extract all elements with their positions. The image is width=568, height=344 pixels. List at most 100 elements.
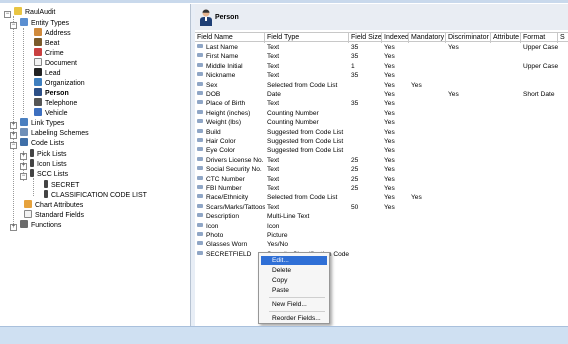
- menu-item-reorder-fields[interactable]: Reorder Fields...: [261, 314, 327, 323]
- vehicle-icon: [34, 108, 42, 116]
- column-header-format[interactable]: Format: [521, 33, 558, 43]
- cell-field-name: Social Security No.: [195, 165, 265, 174]
- menu-item-copy[interactable]: Copy: [261, 276, 327, 285]
- cell-text: Text: [267, 44, 280, 51]
- table-row[interactable]: Hair Color Suggested from Code List Yes: [195, 137, 568, 146]
- table-row[interactable]: FBI Number Text 25 Yes: [195, 184, 568, 193]
- table-row[interactable]: Place of Birth Text 35 Yes: [195, 99, 568, 108]
- tree-node-link-types[interactable]: + Link Types: [10, 118, 64, 129]
- table-row[interactable]: First Name Text 35 Yes: [195, 52, 568, 61]
- cell-discriminator: Yes: [446, 43, 491, 52]
- cell-mandatory: [409, 250, 446, 259]
- column-header-s[interactable]: S: [558, 33, 568, 43]
- cell-field-name: Build: [195, 128, 265, 137]
- tree-node-standard-fields[interactable]: Standard Fields: [24, 210, 84, 220]
- cell-field-size: [349, 90, 382, 99]
- address-icon: [34, 28, 42, 36]
- tree-node-pick-lists[interactable]: + Pick Lists: [20, 149, 67, 160]
- table-row[interactable]: Photo Picture: [195, 231, 568, 240]
- field-icon: [197, 175, 203, 180]
- tree-node-label: Functions: [31, 222, 62, 229]
- cell-text: Upper Case: [523, 44, 558, 51]
- tree-node-document[interactable]: Document: [34, 58, 77, 68]
- column-header-field-name[interactable]: Field Name: [195, 33, 265, 43]
- tree-node-icon-lists[interactable]: + Icon Lists: [20, 159, 67, 170]
- collapse-icon[interactable]: −: [20, 173, 27, 180]
- entity-header: Person: [195, 4, 568, 30]
- cell-field-size: 35: [349, 43, 382, 52]
- table-row[interactable]: Drivers License No. Text 25 Yes: [195, 156, 568, 165]
- cell-field-type: Text: [265, 175, 349, 184]
- cell-discriminator: [446, 165, 491, 174]
- column-header-field-type[interactable]: Field Type: [265, 33, 349, 43]
- cell-mandatory: [409, 222, 446, 231]
- cell-discriminator: [446, 62, 491, 71]
- tree-node-person[interactable]: Person: [34, 88, 69, 98]
- tree-node-scc-lists[interactable]: − SCC Lists: [20, 169, 68, 180]
- cell-attribute: [491, 81, 521, 90]
- cell-format: [521, 71, 558, 80]
- column-header-discriminator[interactable]: Discriminator: [446, 33, 491, 43]
- tree-node-telephone[interactable]: Telephone: [34, 98, 77, 108]
- cell-attribute: [491, 137, 521, 146]
- tree-node-code-lists[interactable]: − Code Lists: [10, 138, 64, 149]
- column-header-field-size[interactable]: Field Size: [349, 33, 382, 43]
- cell-format: [521, 109, 558, 118]
- cell-discriminator: [446, 128, 491, 137]
- cell-format: [521, 165, 558, 174]
- tree-node-chart-attributes[interactable]: Chart Attributes: [24, 200, 83, 210]
- table-row[interactable]: Sex Selected from Code List Yes Yes: [195, 81, 568, 90]
- expand-icon[interactable]: +: [10, 224, 17, 231]
- table-row[interactable]: Description Multi-Line Text: [195, 212, 568, 221]
- column-header-mandatory[interactable]: Mandatory: [409, 33, 446, 43]
- cell-text: Middle Initial: [206, 62, 243, 70]
- table-row[interactable]: Height (inches) Counting Number Yes: [195, 109, 568, 118]
- cell-attribute: [491, 156, 521, 165]
- column-header-indexed[interactable]: Indexed: [382, 33, 409, 43]
- cell-mandatory: [409, 99, 446, 108]
- table-row[interactable]: Scars/Marks/Tattoos Text 50 Yes: [195, 203, 568, 212]
- cell-field-size: 35: [349, 71, 382, 80]
- tree-node-entity-types[interactable]: − Entity Types: [10, 18, 69, 29]
- tree-node-address[interactable]: Address: [34, 28, 71, 38]
- cell-text: 50: [351, 203, 359, 211]
- menu-item-edit[interactable]: Edit...: [261, 256, 327, 265]
- tree-node-beat[interactable]: Beat: [34, 38, 59, 48]
- tree-node-labeling-schemes[interactable]: + Labeling Schemes: [10, 128, 89, 139]
- table-row[interactable]: Build Suggested from Code List Yes: [195, 128, 568, 137]
- table-row[interactable]: DOB Date Yes Yes Short Date: [195, 90, 568, 99]
- table-row[interactable]: Icon Icon: [195, 222, 568, 231]
- cell-text: Text: [267, 185, 280, 192]
- table-row[interactable]: Social Security No. Text 25 Yes: [195, 165, 568, 174]
- tree-node-functions[interactable]: + Functions: [10, 220, 62, 231]
- table-row[interactable]: Race/Ethnicity Selected from Code List Yes…: [195, 193, 568, 202]
- menu-item-delete[interactable]: Delete: [261, 266, 327, 275]
- menu-item-new-field[interactable]: New Field...: [261, 300, 327, 309]
- table-row[interactable]: Weight (lbs) Counting Number Yes: [195, 118, 568, 127]
- table-row[interactable]: Last Name Text 35 Yes Yes Upper Case: [195, 43, 568, 52]
- tree-node-root[interactable]: − RaulAudit: [4, 7, 55, 18]
- cell-text: 25: [351, 166, 359, 174]
- collapse-icon[interactable]: −: [10, 142, 17, 149]
- tree-node-vehicle[interactable]: Vehicle: [34, 108, 68, 118]
- menu-item-paste[interactable]: Paste: [261, 286, 327, 295]
- tree-node-lead[interactable]: Lead: [34, 68, 61, 78]
- table-row[interactable]: Nickname Text 35 Yes: [195, 71, 568, 80]
- table-row[interactable]: Eye Color Suggested from Code List Yes: [195, 146, 568, 155]
- tree-node-secret[interactable]: SECRET: [44, 180, 79, 190]
- tree-node-crime[interactable]: Crime: [34, 48, 64, 58]
- collapse-icon[interactable]: −: [10, 22, 17, 29]
- cell-attribute: [491, 193, 521, 202]
- table-row[interactable]: Middle Initial Text 1 Yes Upper Case: [195, 62, 568, 71]
- tree-pane[interactable]: − RaulAudit − Entity Types Address Beat Cr…: [2, 4, 191, 326]
- field-icon: [197, 138, 203, 142]
- collapse-icon[interactable]: −: [4, 11, 11, 18]
- tree-node-classification-code-list[interactable]: CLASSIFICATION CODE LIST: [44, 190, 147, 200]
- table-row[interactable]: CTC Number Text 25 Yes: [195, 175, 568, 184]
- status-bar: [0, 326, 568, 344]
- cell-format: [521, 203, 558, 212]
- table-row[interactable]: Glasses Worn Yes/No: [195, 240, 568, 249]
- tree-node-organization[interactable]: Organization: [34, 78, 85, 88]
- table-row[interactable]: SECRETFIELDSecurity Classification Code: [195, 250, 568, 259]
- column-header-attribute[interactable]: Attribute: [491, 33, 521, 43]
